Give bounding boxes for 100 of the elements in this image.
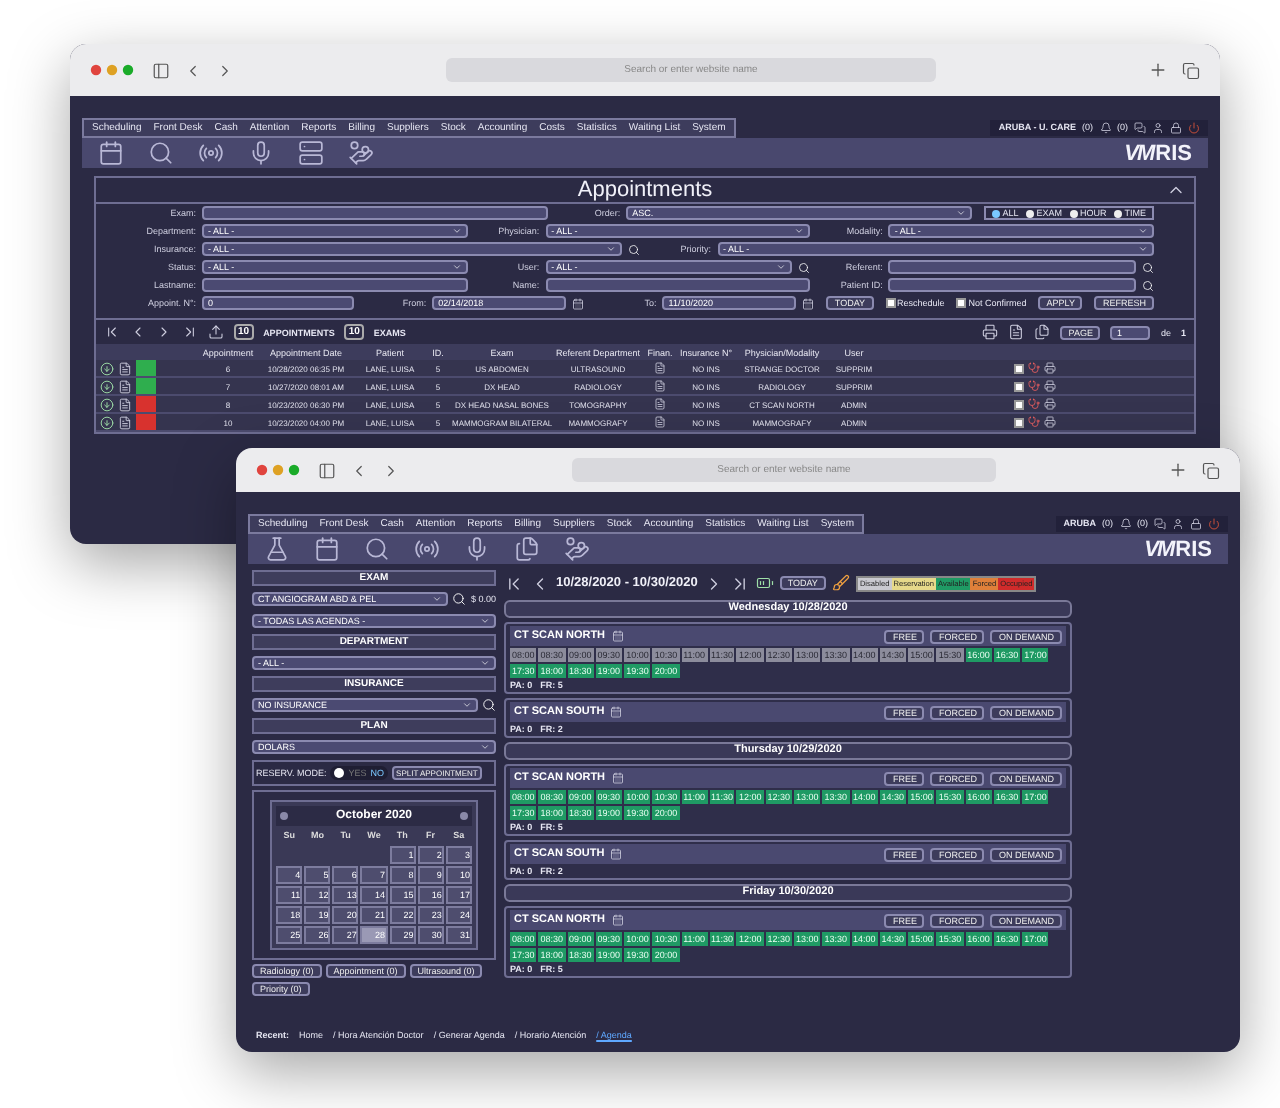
printer-icon[interactable] (1044, 362, 1056, 374)
row-checkbox[interactable] (1014, 399, 1024, 409)
new-tab-icon[interactable] (1167, 460, 1188, 480)
document-icon[interactable] (118, 361, 132, 375)
sidebar-icon[interactable] (152, 61, 170, 79)
text-field[interactable] (545, 278, 811, 292)
tabs-icon[interactable] (1182, 61, 1200, 79)
next-month-icon[interactable] (460, 812, 468, 820)
printer-icon[interactable] (982, 324, 999, 340)
bell-icon[interactable] (1119, 517, 1131, 529)
back-icon[interactable] (184, 61, 202, 79)
search-icon[interactable] (1142, 261, 1155, 273)
lock-icon[interactable] (1170, 121, 1182, 133)
caret-icon (776, 262, 787, 272)
text-field[interactable] (888, 278, 1137, 292)
text-field[interactable] (888, 260, 1137, 274)
calendar-icon[interactable] (572, 297, 585, 309)
printer-icon[interactable] (1044, 380, 1056, 392)
search-icon[interactable] (798, 261, 811, 273)
caret-icon (480, 742, 490, 752)
checkbox[interactable] (885, 298, 896, 308)
calendar-icon[interactable] (98, 140, 124, 166)
user-icon[interactable] (1172, 517, 1184, 529)
status-circle-icon[interactable] (100, 397, 114, 411)
status-circle-icon[interactable] (100, 379, 114, 393)
status-circle-icon[interactable] (100, 415, 114, 429)
next-icon[interactable] (156, 324, 172, 340)
bell-icon[interactable] (1099, 121, 1111, 133)
document-icon[interactable] (1008, 324, 1025, 340)
radio-button[interactable] (1026, 209, 1035, 217)
first-page-icon[interactable] (104, 324, 120, 340)
sidebar-icon[interactable] (318, 461, 336, 479)
broom-icon[interactable] (831, 574, 850, 592)
user-icon[interactable] (1152, 121, 1164, 133)
forward-icon[interactable] (216, 61, 234, 79)
stethoscope-icon[interactable] (1028, 380, 1040, 392)
caret-icon (794, 226, 805, 236)
forward-icon[interactable] (382, 461, 400, 479)
microphone-icon[interactable] (464, 536, 490, 562)
first-icon[interactable] (504, 573, 524, 593)
hand-coins-icon[interactable] (564, 536, 590, 562)
calendar-icon[interactable] (611, 630, 624, 642)
window-controls-icon[interactable] (90, 64, 138, 76)
chat-icon[interactable] (1154, 517, 1166, 529)
document-icon[interactable] (118, 415, 132, 429)
chat-icon[interactable] (1134, 121, 1146, 133)
caret-icon (605, 244, 615, 254)
radio-button[interactable] (1114, 209, 1123, 217)
row-checkbox[interactable] (1014, 363, 1024, 373)
document-icon[interactable] (118, 379, 132, 393)
window-controls-icon[interactable] (256, 464, 304, 476)
printer-icon[interactable] (1044, 398, 1056, 410)
documents-icon[interactable] (514, 536, 540, 562)
last-icon[interactable] (729, 573, 750, 593)
printer-icon[interactable] (1044, 416, 1056, 428)
checkbox[interactable] (956, 298, 967, 308)
text-field[interactable] (202, 278, 468, 292)
calendar-icon[interactable] (610, 706, 623, 718)
row-checkbox[interactable] (1014, 417, 1024, 427)
previous-icon[interactable] (130, 324, 146, 340)
calendar-icon[interactable] (802, 297, 815, 309)
search-icon[interactable] (482, 698, 496, 712)
calendar-icon[interactable] (611, 772, 624, 784)
caret-icon (462, 700, 472, 710)
document-icon[interactable] (118, 397, 132, 411)
last-page-icon[interactable] (182, 324, 198, 340)
broadcast-icon[interactable] (198, 140, 224, 166)
stethoscope-icon[interactable] (1028, 398, 1040, 410)
stethoscope-icon[interactable] (1028, 362, 1040, 374)
power-icon[interactable] (1188, 121, 1200, 133)
logo-mark: VM (1144, 537, 1174, 561)
battery-icon[interactable] (755, 574, 774, 592)
server-icon[interactable] (298, 140, 324, 166)
text-field[interactable] (202, 206, 549, 220)
row-checkbox[interactable] (1014, 381, 1024, 391)
hand-coins-icon[interactable] (348, 140, 374, 166)
power-icon[interactable] (1208, 517, 1220, 529)
search-icon[interactable] (364, 536, 390, 562)
broadcast-icon[interactable] (414, 536, 440, 562)
export-icon[interactable] (208, 324, 224, 340)
calendar-icon[interactable] (610, 848, 623, 860)
search-icon[interactable] (148, 140, 174, 166)
calendar-icon[interactable] (611, 914, 624, 926)
radio-button[interactable] (992, 209, 1001, 217)
search-icon[interactable] (452, 592, 467, 606)
tabs-icon[interactable] (1201, 461, 1220, 479)
documents-icon[interactable] (1034, 324, 1051, 340)
calendar-icon[interactable] (314, 536, 340, 562)
new-tab-icon[interactable] (1148, 60, 1168, 80)
search-icon[interactable] (627, 243, 639, 255)
flask-icon[interactable] (264, 536, 290, 562)
document-icon (654, 380, 666, 392)
radio-button[interactable] (1070, 209, 1078, 217)
lock-icon[interactable] (1190, 517, 1202, 529)
previous-month-icon[interactable] (280, 812, 288, 820)
microphone-icon[interactable] (248, 140, 274, 166)
stethoscope-icon[interactable] (1028, 416, 1040, 428)
back-icon[interactable] (350, 461, 368, 479)
search-icon[interactable] (1142, 279, 1155, 291)
status-circle-icon[interactable] (100, 361, 114, 375)
